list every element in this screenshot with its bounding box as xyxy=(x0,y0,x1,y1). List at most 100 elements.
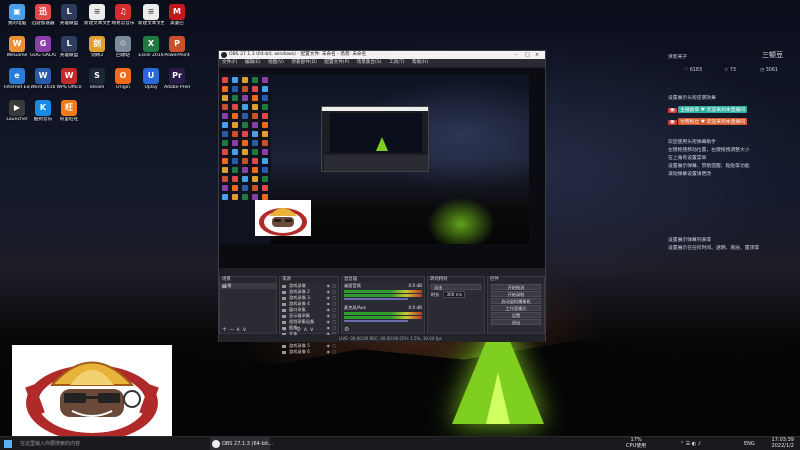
remove-icon[interactable]: − xyxy=(229,326,234,333)
desktop-icon[interactable]: GGOG GALAXY xyxy=(30,36,56,68)
scenes-dock[interactable]: 场景 场景 + − ∧ ∨ xyxy=(219,276,277,334)
desktop-icon[interactable]: ≡新建文本文档.txt xyxy=(84,4,110,36)
start-streaming-button[interactable]: 开始推流 xyxy=(491,284,541,290)
gear-icon[interactable]: ⚙ xyxy=(344,326,349,333)
menu-docks[interactable]: 停靠部件(D) xyxy=(291,60,317,65)
volume-slider[interactable] xyxy=(344,320,408,322)
move-up-icon[interactable]: ∧ xyxy=(236,326,240,333)
app-icon: 旺 xyxy=(61,100,77,116)
desktop-icon[interactable]: X Excel 2016 xyxy=(138,36,164,68)
menu-tools[interactable]: 工具(T) xyxy=(389,60,405,65)
desktop-icon[interactable]: 剑剑网3 xyxy=(84,36,110,68)
desktop-icon[interactable]: L 英雄联盟 xyxy=(56,36,82,68)
sources-dock-footer: + − ⚙ ∧ ∨ xyxy=(280,327,338,333)
preview-icon xyxy=(262,131,268,137)
settings-button[interactable]: 设置 xyxy=(491,312,541,318)
desktop-icon[interactable]: eInternet Explorer xyxy=(4,68,30,100)
duration-input[interactable]: 300 ms xyxy=(443,291,465,298)
maximize-icon[interactable]: □ xyxy=(525,51,530,59)
widget-stat-stars: ☆ 73 xyxy=(724,68,736,73)
start-button[interactable] xyxy=(4,437,12,450)
taskbar-search[interactable]: 在这里输入你要搜索的内容 xyxy=(18,437,168,450)
move-down-icon[interactable]: ∨ xyxy=(242,326,246,333)
preview-icon xyxy=(262,140,268,146)
preview-icon xyxy=(232,113,238,119)
remove-icon[interactable]: − xyxy=(289,326,294,333)
eye-icon[interactable]: ◉ xyxy=(327,349,331,355)
desktop-icon[interactable]: PrAdobe Premiere xyxy=(164,68,190,100)
clock[interactable]: 17:03:39 2022/1/2 xyxy=(760,437,794,450)
lock-icon[interactable]: ▢ xyxy=(332,349,336,355)
preview-mascot xyxy=(255,200,311,236)
preview-icon xyxy=(242,194,248,200)
desktop-icon[interactable]: O Origin xyxy=(110,68,136,100)
obs-logo-icon xyxy=(221,52,227,58)
obs-titlebar[interactable]: OBS 27.1.3 (64-bit, windows) - 配置文件: 未命名… xyxy=(219,51,545,59)
close-icon[interactable]: × xyxy=(535,51,539,59)
preview-icon xyxy=(222,95,228,101)
gear-icon[interactable]: ⚙ xyxy=(296,326,301,333)
obs-preview[interactable] xyxy=(219,68,545,268)
menu-file[interactable]: 文件(F) xyxy=(222,60,237,65)
virtual-camera-button[interactable]: 启动虚拟摄像机 xyxy=(491,298,541,304)
desktop-icon[interactable]: W WPS Office xyxy=(56,68,82,100)
transition-select[interactable]: 淡出 xyxy=(431,284,481,290)
desktop-icon[interactable]: ▶ Launcher xyxy=(4,100,30,132)
menu-scene-collection[interactable]: 场景集合(S) xyxy=(357,60,382,65)
preview-icon xyxy=(262,113,268,119)
source-item[interactable]: 游戏录像 6 ◉ ▢ xyxy=(280,349,338,355)
controls-dock[interactable]: 控件 开始推流 开始录制 启动虚拟摄像机 工作室模式 设置 退出 xyxy=(487,276,545,334)
preview-icon xyxy=(222,194,228,200)
desktop-icon[interactable]: K 酷狗音乐 xyxy=(30,100,56,132)
add-icon[interactable]: + xyxy=(282,326,287,333)
exit-button[interactable]: 退出 xyxy=(491,319,541,325)
start-recording-button[interactable]: 开始录制 xyxy=(491,291,541,297)
app-icon: e xyxy=(9,68,25,84)
widget-line: 设置展示弹幕、赞助提醒、粘贴等功能 xyxy=(668,164,750,169)
language-indicator[interactable]: ENG xyxy=(744,437,755,450)
desktop-icon[interactable]: W Word 2016 xyxy=(30,68,56,100)
obs-window[interactable]: OBS 27.1.3 (64-bit, windows) - 配置文件: 未命名… xyxy=(218,50,546,354)
widget-line: ▣ 主播勋章 ♥ 欢迎来到本直播间 xyxy=(668,106,747,113)
preview-icon xyxy=(252,95,258,101)
menu-edit[interactable]: 编辑(E) xyxy=(245,60,261,65)
preview-icon xyxy=(262,77,268,83)
sources-dock[interactable]: 来源 游戏录像 ◉ ▢ 游戏录像 2 ◉ ▢ 游戏录像 3 ◉ ▢ 游戏录像 4 ◉ ▢ 窗口采集 ◉ ▢ 显… xyxy=(279,276,339,354)
desktop-icon[interactable]: 旺阿里旺旺 xyxy=(56,100,82,132)
desktop-icon[interactable]: P PowerPoint xyxy=(164,36,190,68)
preview-icon xyxy=(222,122,228,128)
widget-line: ▣ 付费粉丝 ♥ 欢迎来到本直播间 xyxy=(668,118,747,125)
transitions-dock[interactable]: 转场特效 淡出 时长 300 ms xyxy=(427,276,485,334)
desktop-icon[interactable]: W WeGame xyxy=(4,36,30,68)
desktop-icon[interactable]: ≡新建文本文档.txt xyxy=(138,4,164,36)
minimize-icon[interactable]: – xyxy=(515,51,518,59)
preview-icon xyxy=(232,140,238,146)
tray-icons[interactable]: ⌃ ☰ ◐ ♪ xyxy=(680,437,701,450)
studio-mode-button[interactable]: 工作室模式 xyxy=(491,305,541,311)
preview-icon xyxy=(262,104,268,110)
desktop-icon[interactable]: S Steam xyxy=(84,68,110,100)
desktop-icon[interactable]: M 黑曼巴 xyxy=(164,4,190,36)
move-down-icon[interactable]: ∨ xyxy=(310,326,314,333)
menu-view[interactable]: 视图(V) xyxy=(268,60,284,65)
add-icon[interactable]: + xyxy=(222,326,227,333)
desktop-icon[interactable]: ♫ 网易云音乐 xyxy=(110,4,136,36)
taskbar-obs[interactable]: OBS 27.1.3 (64-bit... xyxy=(210,437,273,450)
desktop-icon[interactable]: ♲ 回收站 xyxy=(110,36,136,68)
desktop-icon[interactable]: U Uplay xyxy=(138,68,164,100)
desktop-icon[interactable]: ▣ 我的电脑 xyxy=(4,4,30,36)
mixer-dock[interactable]: 混音器 桌面音频 0.0 dB 麦克风/Aux 0.0 dB ⚙ xyxy=(341,276,425,334)
move-up-icon[interactable]: ∧ xyxy=(303,326,307,333)
menu-profile[interactable]: 配置文件(P) xyxy=(324,60,349,65)
menu-help[interactable]: 帮助(H) xyxy=(412,60,428,65)
desktop-icon[interactable]: 迅迅游加速器 xyxy=(30,4,56,36)
preview-icon xyxy=(262,95,268,101)
mixer-channel-level: 0.0 dB xyxy=(408,305,422,310)
desktop-icon-label: PowerPoint xyxy=(164,53,190,58)
preview-icon xyxy=(242,140,248,146)
audio-meter xyxy=(344,312,422,315)
volume-slider[interactable] xyxy=(344,298,408,300)
preview-icon xyxy=(222,86,228,92)
scene-item[interactable]: 场景 xyxy=(220,283,276,289)
desktop-icon[interactable]: L 英雄联盟 xyxy=(56,4,82,36)
